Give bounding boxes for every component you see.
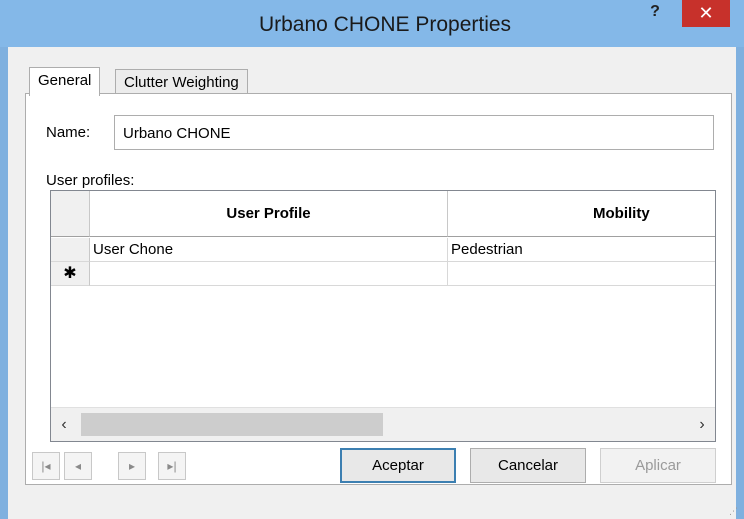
close-button[interactable]: ✕ [682, 0, 730, 27]
column-header-mobility[interactable]: Mobility [448, 191, 715, 237]
cell-user-profile[interactable] [90, 262, 448, 286]
row-header[interactable] [51, 238, 90, 262]
row-header-corner [51, 191, 90, 237]
title-bar: Urbano CHONE Properties ? ✕ [0, 0, 744, 47]
cancel-button[interactable]: Cancelar [470, 448, 586, 483]
user-profiles-label: User profiles: [46, 172, 135, 189]
scroll-left-icon[interactable]: ‹ [51, 408, 77, 441]
grid-header-row: User Profile Mobility [51, 191, 715, 238]
horizontal-scrollbar[interactable]: ‹ › [51, 407, 715, 441]
table-row[interactable]: User Chone Pedestrian [51, 238, 715, 262]
scroll-thumb[interactable] [81, 413, 383, 436]
cell-mobility[interactable]: Pedestrian [448, 238, 715, 262]
cell-user-profile[interactable]: User Chone [90, 238, 448, 262]
new-row-marker-icon[interactable]: ✱ [51, 262, 90, 286]
next-record-button[interactable]: ▸ [118, 452, 146, 480]
cell-mobility[interactable] [448, 262, 715, 286]
first-record-button[interactable]: |◂ [32, 452, 60, 480]
tab-general[interactable]: General [29, 67, 101, 96]
accept-button[interactable]: Aceptar [340, 448, 456, 483]
apply-button[interactable]: Aplicar [600, 448, 716, 483]
last-record-button[interactable]: ▸| [158, 452, 186, 480]
window-title: Urbano CHONE Properties [258, 13, 512, 36]
help-button[interactable]: ? [640, 3, 670, 27]
name-label: Name: [46, 124, 91, 141]
column-header-user-profile[interactable]: User Profile [90, 191, 448, 237]
name-field[interactable]: Urbano CHONE [114, 115, 714, 150]
resize-grip-icon[interactable]: ⋰ [729, 506, 739, 516]
previous-record-button[interactable]: ◂ [64, 452, 92, 480]
scroll-right-icon[interactable]: › [689, 408, 715, 441]
user-profiles-grid[interactable]: User Profile Mobility User Chone Pedestr… [50, 190, 716, 442]
grid-body: User Profile Mobility User Chone Pedestr… [51, 191, 715, 407]
table-row-new[interactable]: ✱ [51, 262, 715, 286]
